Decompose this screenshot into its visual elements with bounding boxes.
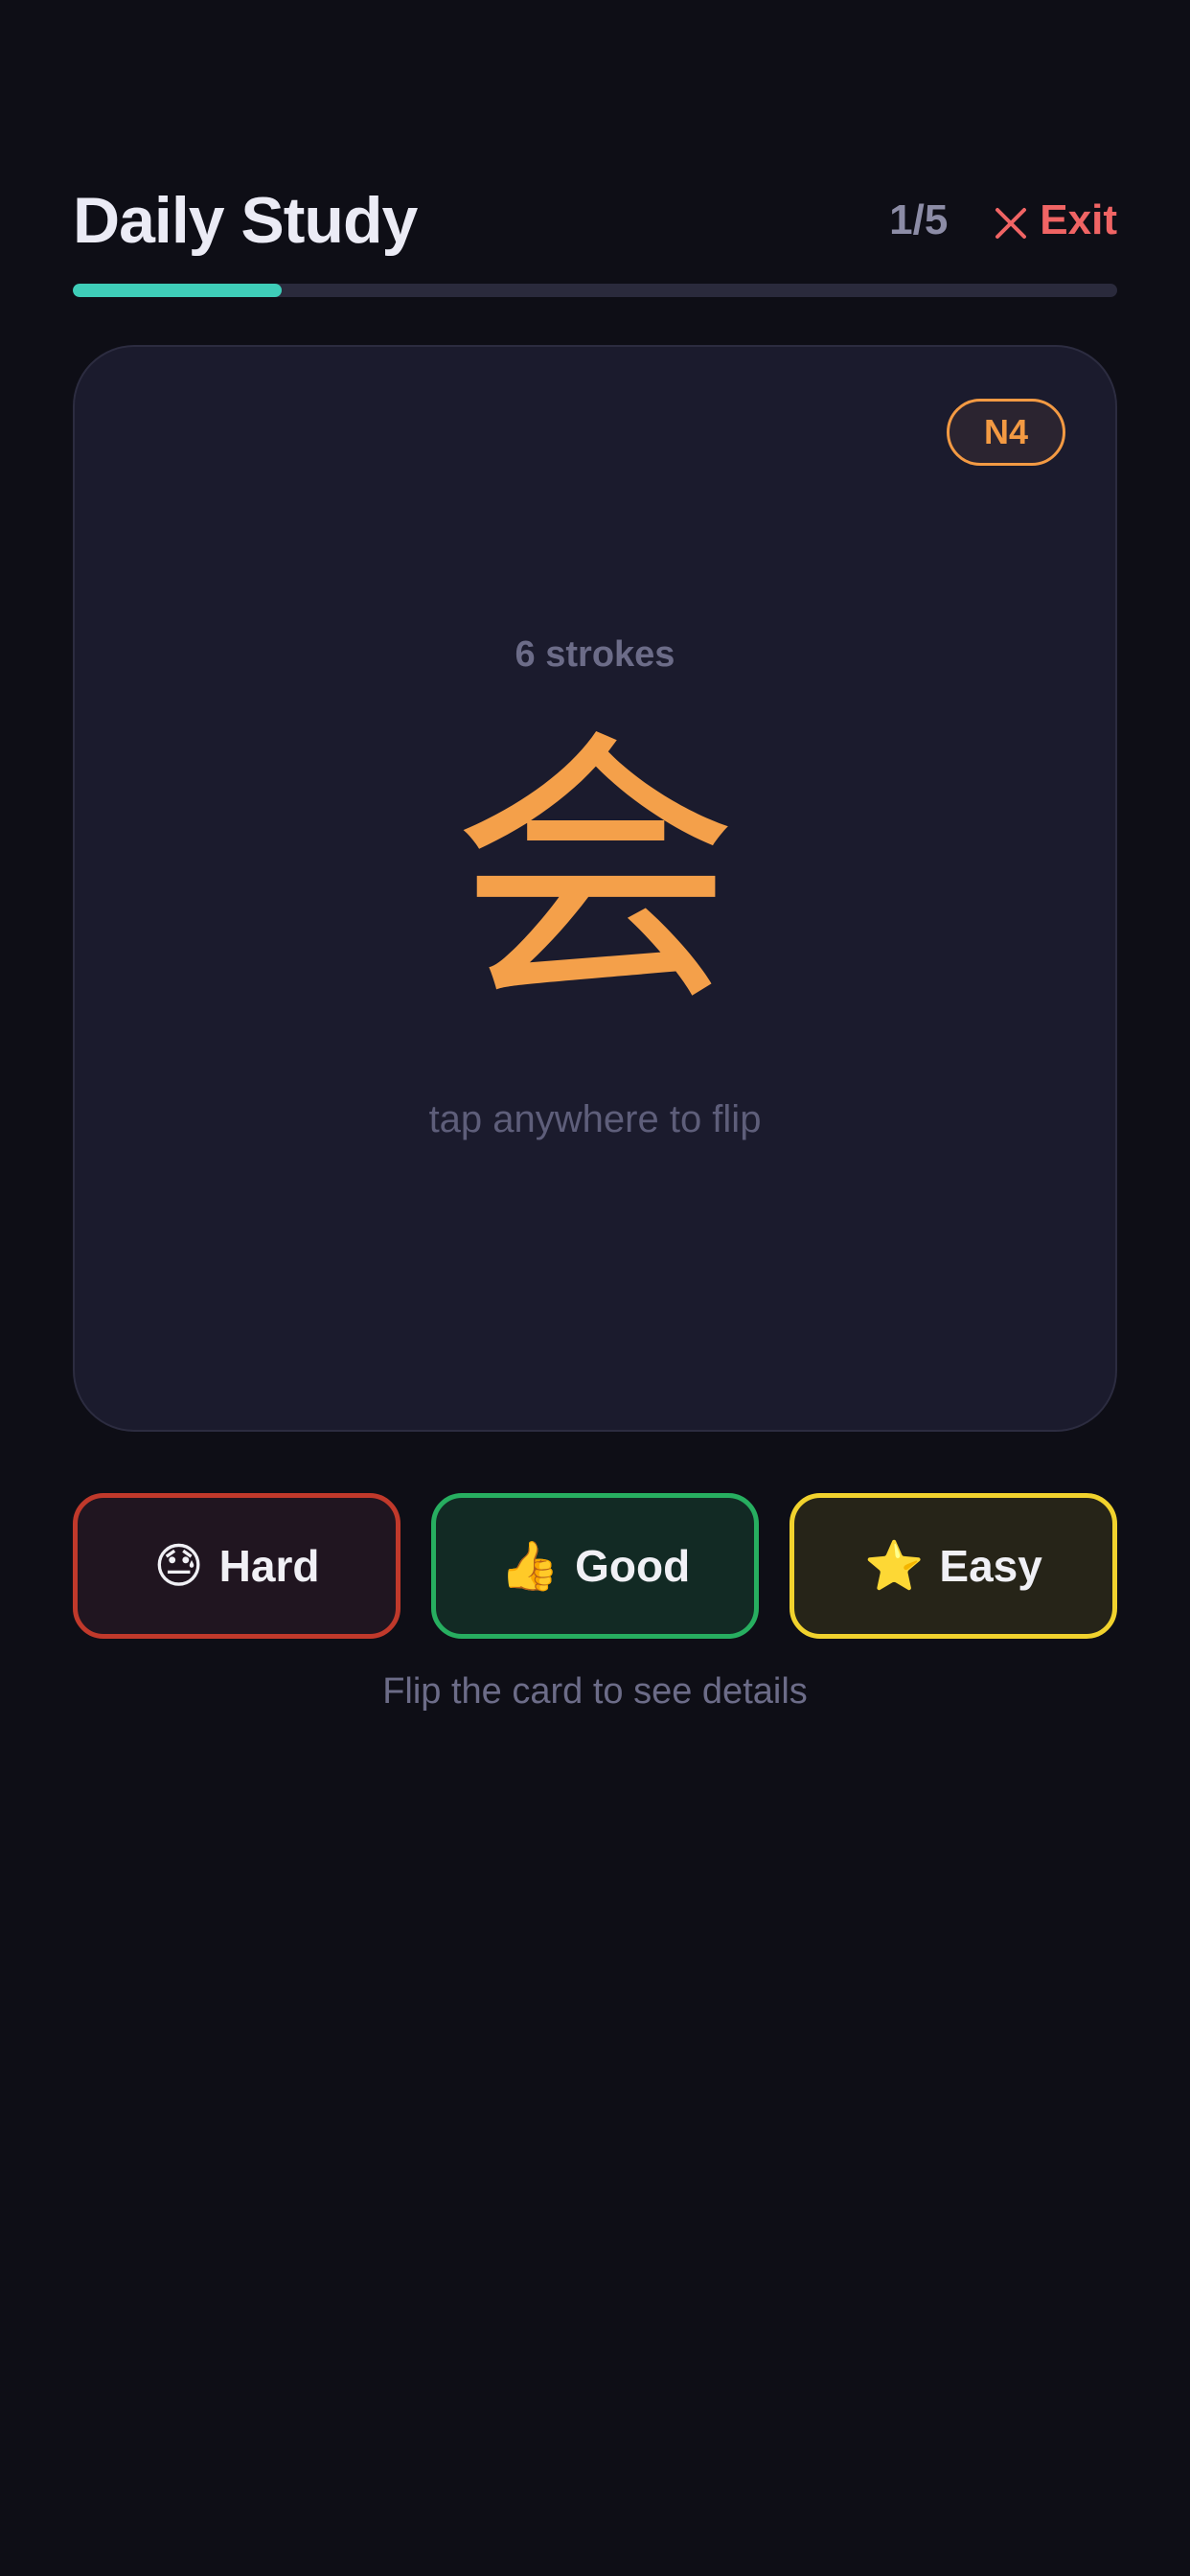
- exit-button[interactable]: Exit: [994, 196, 1117, 244]
- easy-label: Easy: [939, 1541, 1042, 1591]
- hard-button[interactable]: 😓 Hard: [73, 1493, 400, 1639]
- progress-bar: [73, 284, 1117, 297]
- header: Daily Study 1/5 Exit: [73, 178, 1117, 263]
- easy-button[interactable]: ⭐ Easy: [790, 1493, 1117, 1639]
- sweat-face-icon: 😓: [153, 1539, 204, 1593]
- progress-fill: [73, 284, 282, 297]
- jlpt-level-badge: N4: [947, 399, 1065, 466]
- thumbs-up-icon: 👍: [499, 1538, 561, 1593]
- header-actions: 1/5 Exit: [889, 196, 1117, 244]
- flashcard[interactable]: N4 6 strokes 会 tap anywhere to flip: [73, 345, 1117, 1432]
- good-label: Good: [575, 1541, 691, 1591]
- stroke-count: 6 strokes: [515, 634, 675, 675]
- close-icon: [994, 203, 1028, 239]
- page-title: Daily Study: [73, 184, 418, 257]
- study-screen: Daily Study 1/5 Exit N4 6 strokes 会 tap …: [0, 0, 1190, 2576]
- rating-buttons: 😓 Hard 👍 Good ⭐ Easy: [73, 1493, 1117, 1639]
- star-icon: ⭐: [864, 1538, 925, 1593]
- good-button[interactable]: 👍 Good: [431, 1493, 759, 1639]
- hard-label: Hard: [218, 1541, 320, 1591]
- exit-label: Exit: [1040, 196, 1117, 243]
- footer-hint: Flip the card to see details: [382, 1671, 808, 1712]
- flip-hint: tap anywhere to flip: [428, 1098, 762, 1140]
- kanji-character: 会: [451, 706, 739, 1041]
- card-counter: 1/5: [889, 196, 949, 243]
